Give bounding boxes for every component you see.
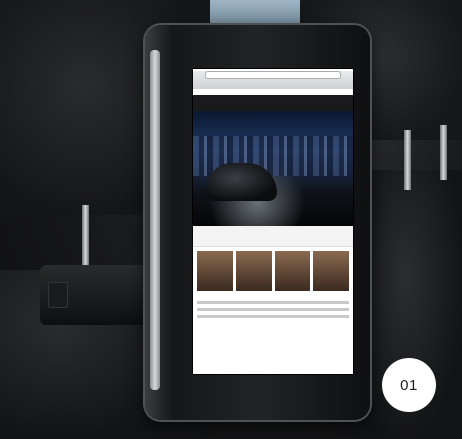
text-line (197, 301, 349, 304)
thumbnail (197, 251, 233, 291)
headrest-post-right-b (440, 125, 447, 180)
browser-url-bar (205, 71, 341, 79)
thumbnail (313, 251, 349, 291)
figure-number-badge: 01 (382, 358, 436, 412)
text-rows (193, 295, 353, 324)
content-header-strip (193, 226, 353, 247)
text-line (197, 308, 349, 311)
thumbnail-row (193, 247, 353, 295)
figure-number: 01 (400, 376, 418, 394)
site-nav-bar (193, 95, 353, 111)
mount-knob (48, 282, 68, 308)
hero-image (193, 111, 353, 226)
thumbnail (274, 251, 311, 291)
photo-scene: 01 (0, 0, 462, 439)
thumbnail (235, 251, 272, 291)
holder-chrome-edge (150, 50, 160, 390)
browser-toolbar (193, 71, 353, 89)
rear-window (210, 0, 300, 28)
headrest-post-right-a (404, 130, 411, 190)
tablet-screen (192, 68, 354, 375)
text-line (197, 315, 349, 318)
headrest-post-left (82, 205, 89, 265)
